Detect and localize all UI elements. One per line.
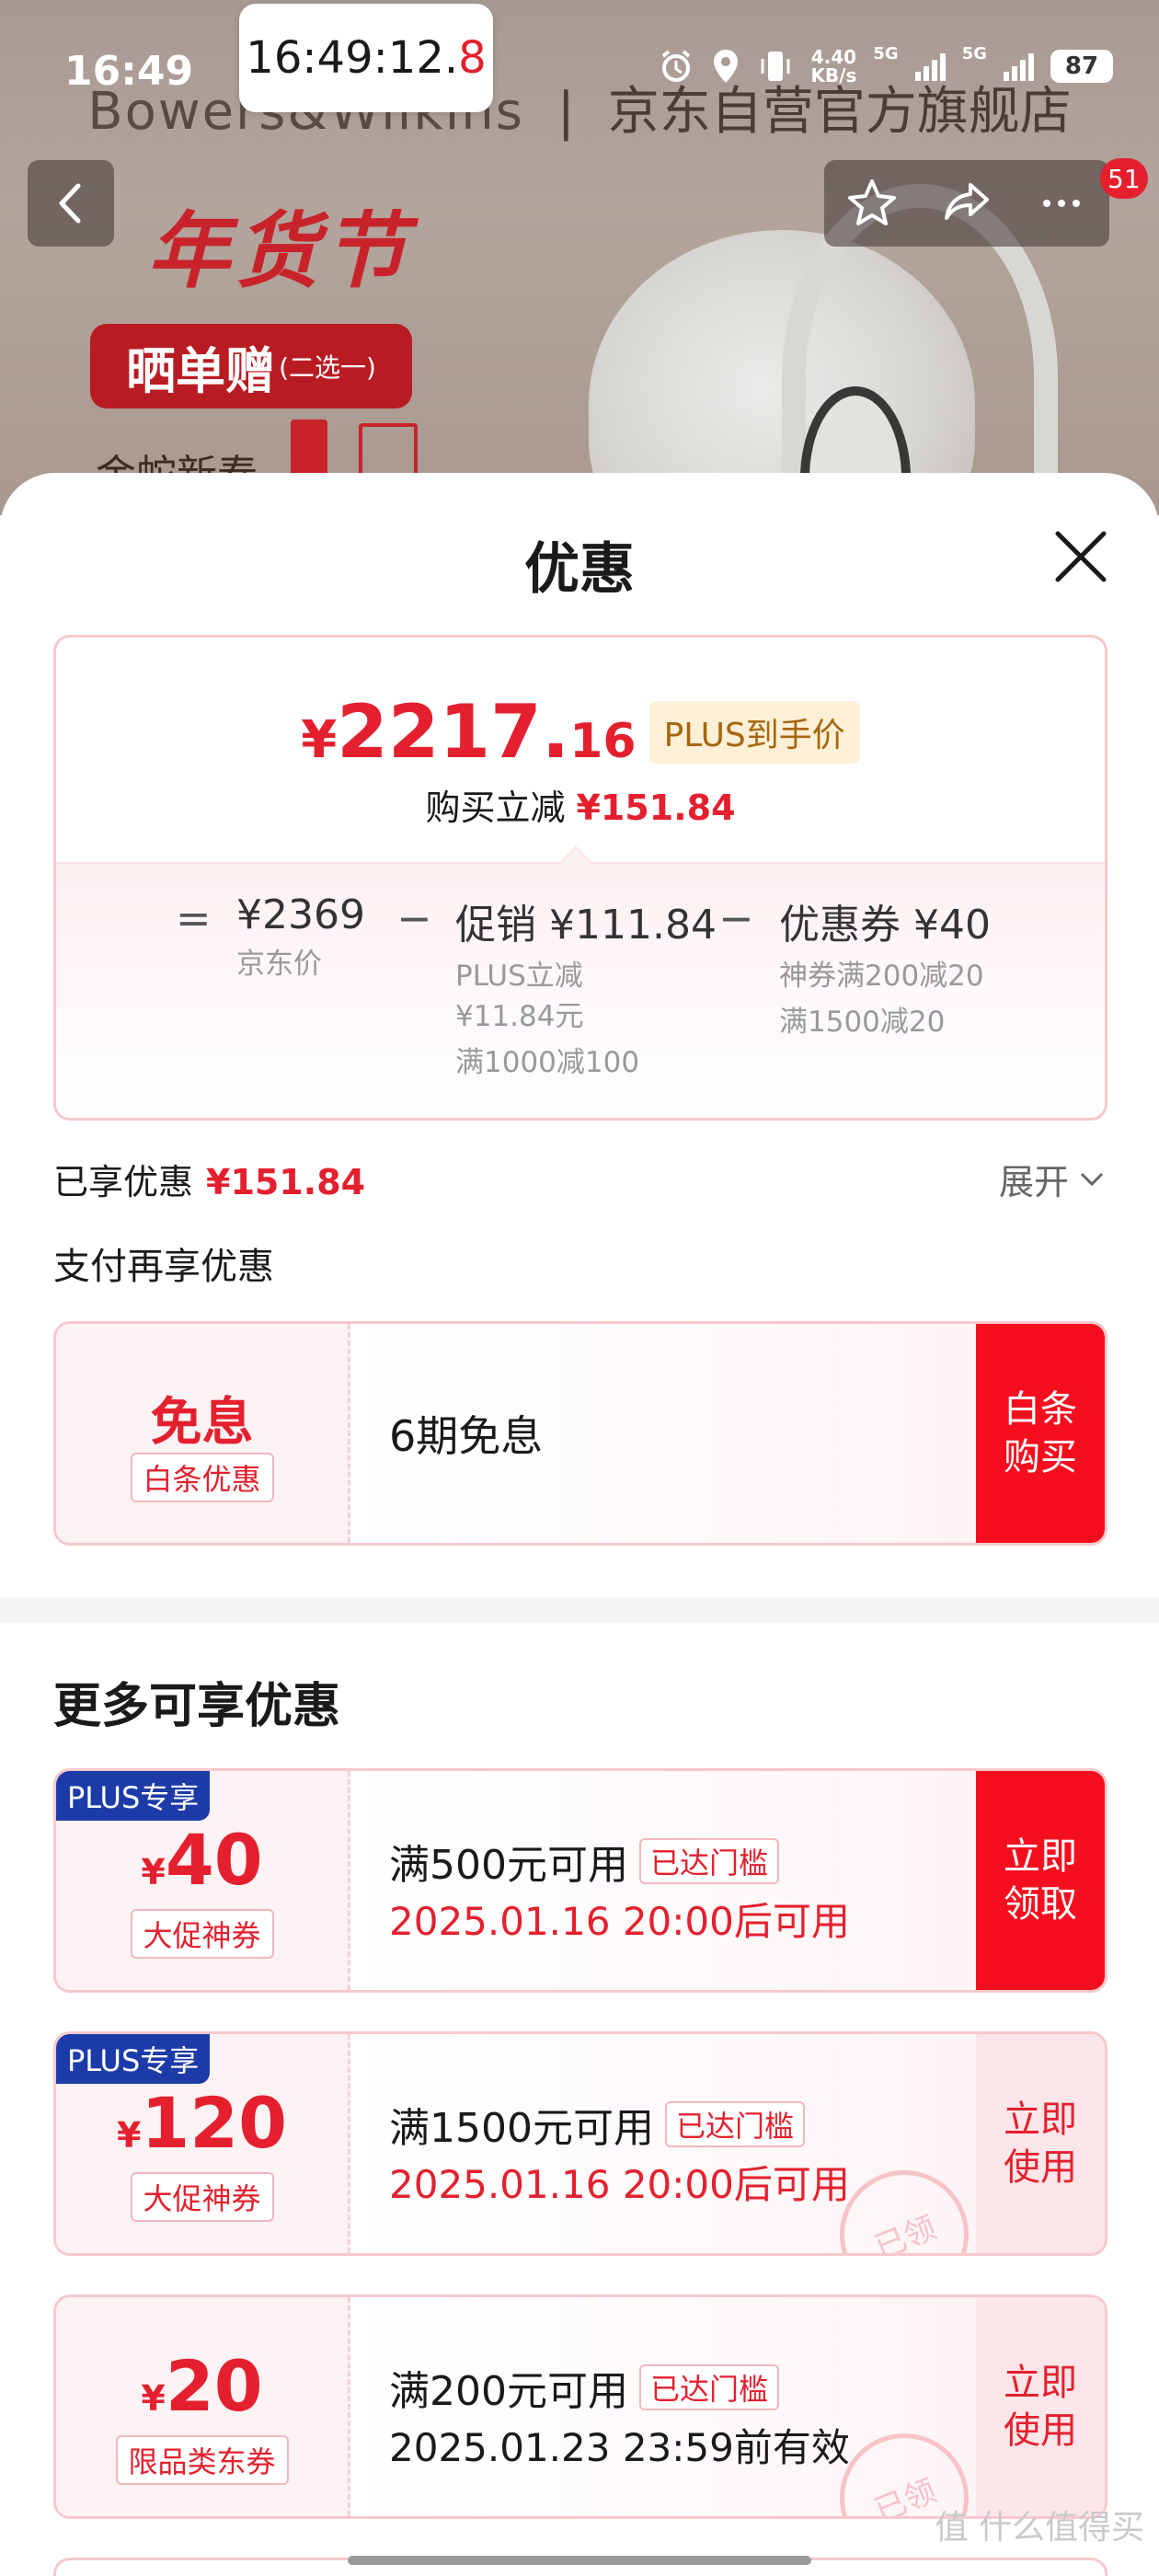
plus-exclusive-badge: PLUS专享 xyxy=(56,1771,211,1821)
network-speed: 4.40 KB/s xyxy=(810,46,857,86)
chevron-down-icon xyxy=(1080,1172,1104,1186)
coupon-tag: 限品类东券 xyxy=(115,2435,289,2485)
seal-decoration xyxy=(291,420,327,478)
back-button[interactable] xyxy=(28,160,114,247)
signal-icon xyxy=(1004,52,1034,81)
coupon-body: 6期免息 xyxy=(350,1324,976,1543)
coupon-left: ¥20 限品类东券 xyxy=(56,2297,350,2516)
status-time: 16:49 xyxy=(64,48,194,95)
vibrate-icon xyxy=(761,52,790,81)
coupon-body: 满500元可用 已达门槛 2025.01.16 20:00后可用 xyxy=(350,1771,976,1990)
minus-sign: − xyxy=(396,893,432,943)
purchase-reduction: 购买立减 ¥151.84 xyxy=(425,788,736,828)
status-bar: 16:49 16:49:12. 8 4.40 KB/s 5G 5G 87 xyxy=(0,0,1159,129)
coupon-amount: ¥40 xyxy=(141,1819,263,1901)
battery-icon: 87 xyxy=(1050,50,1113,83)
jd-price: ¥2369 京东价 xyxy=(236,891,365,981)
expand-button[interactable]: 展开 xyxy=(999,1154,1106,1204)
signal-icon xyxy=(914,52,946,81)
network-type: 5G xyxy=(961,44,987,63)
minus-sign: − xyxy=(718,893,754,943)
price-breakdown: = ¥2369 京东价 − 促销 ¥111.84 PLUS立减 ¥11.84元 … xyxy=(56,862,1105,1118)
use-coupon-button[interactable]: 立即 使用 xyxy=(976,2297,1105,2516)
plus-exclusive-badge: PLUS专享 xyxy=(56,2034,211,2084)
claim-coupon-button[interactable]: 立即 领取 xyxy=(976,1771,1105,1990)
coupon-threshold: 满500元可用 已达门槛 xyxy=(389,1832,779,1891)
network-type: 5G xyxy=(873,44,899,63)
coupon-tag: 大促神券 xyxy=(130,1909,274,1959)
coupon-body: 满200元可用 已达门槛 2025.01.23 23:59前有效 已领 xyxy=(350,2297,989,2516)
coupon-left: 免息 白条优惠 xyxy=(56,1324,350,1543)
equals-sign: = xyxy=(176,893,212,943)
final-price: ¥2217.16 xyxy=(301,689,637,775)
message-count-badge: 51 xyxy=(1100,158,1148,199)
home-indicator[interactable] xyxy=(348,2556,811,2565)
section-divider xyxy=(0,1597,1159,1623)
coupon-left: PLUS专享 ¥40 大促神券 xyxy=(56,1771,350,1990)
coupon-body: 满1500元可用 已达门槛 2025.01.16 20:00后可用 已领 xyxy=(350,2034,989,2253)
interest-free-title: 免息 xyxy=(150,1393,254,1453)
baitiao-card: 免息 白条优惠 6期免息 白条 购买 xyxy=(53,1321,1107,1546)
coupon-card: ¥20 限品类东券 满200元可用 已达门槛 2025.01.23 23:59前有… xyxy=(53,2294,1107,2519)
banner-tag: 晒单赠 (二选一) xyxy=(90,324,412,408)
pay-discount-title: 支付再享优惠 xyxy=(53,1246,274,1288)
banner-title: 年货节 xyxy=(147,202,412,300)
coupon-threshold: 满1500元可用 已达门槛 xyxy=(389,2095,805,2154)
coupon-threshold: 满200元可用 已达门槛 xyxy=(389,2358,779,2417)
chevron-left-icon xyxy=(59,183,81,224)
status-icons: 4.40 KB/s 5G 5G 87 xyxy=(658,44,1113,86)
threshold-reached-badge: 已达门槛 xyxy=(664,2101,805,2147)
location-icon xyxy=(714,50,739,83)
threshold-reached-badge: 已达门槛 xyxy=(638,2364,779,2410)
enjoyed-discount: 已享优惠 ¥151.84 xyxy=(53,1162,366,1202)
coupon-card: PLUS专享 ¥40 大促神券 满500元可用 已达门槛 2025.01.16 2… xyxy=(53,1768,1107,1993)
alarm-icon xyxy=(662,50,691,82)
more-icon[interactable] xyxy=(1034,176,1089,231)
star-icon[interactable] xyxy=(844,176,900,231)
promotion-discount: 促销 ¥111.84 PLUS立减 ¥11.84元 满1000减100 xyxy=(455,902,717,1079)
coupon-amount: ¥120 xyxy=(116,2082,288,2164)
watermark: 值 什么值得买 xyxy=(935,2509,1144,2547)
nav-actions xyxy=(824,160,1109,247)
share-icon[interactable] xyxy=(939,176,994,231)
coupon-validity: 2025.01.16 20:00后可用 xyxy=(389,1899,850,1944)
more-discounts-title: 更多可享优惠 xyxy=(53,1679,341,1734)
baitiao-buy-button[interactable]: 白条 购买 xyxy=(976,1324,1105,1543)
coupon-discount: 优惠券 ¥40 神券满200减20 满1500减20 xyxy=(779,902,991,1039)
floating-clock: 16:49:12. 8 xyxy=(239,4,493,112)
coupon-validity: 2025.01.23 23:59前有效 xyxy=(389,2425,850,2470)
threshold-reached-badge: 已达门槛 xyxy=(638,1838,779,1884)
coupon-card: PLUS专享 ¥120 大促神券 满1500元可用 已达门槛 2025.01.16… xyxy=(53,2031,1107,2256)
discount-sheet: 优惠 ¥2217.16 PLUS到手价 购买立减 ¥151.84 = ¥2369 … xyxy=(0,473,1159,2576)
sheet-title: 优惠 xyxy=(524,537,635,602)
coupon-tag: 大促神券 xyxy=(130,2172,274,2222)
price-card: ¥2217.16 PLUS到手价 购买立减 ¥151.84 = ¥2369 京东价… xyxy=(53,635,1107,1121)
use-coupon-button[interactable]: 立即 使用 xyxy=(976,2034,1105,2253)
coupon-validity: 2025.01.16 20:00后可用 xyxy=(389,2162,850,2207)
installment-name: 6期免息 xyxy=(389,1411,544,1461)
coupon-left: PLUS专享 ¥120 大促神券 xyxy=(56,2034,350,2253)
coupon-amount: ¥20 xyxy=(141,2345,263,2427)
close-icon[interactable] xyxy=(1049,524,1113,589)
plus-price-tag: PLUS到手价 xyxy=(648,701,860,764)
price-summary: ¥2217.16 PLUS到手价 购买立减 ¥151.84 xyxy=(56,638,1105,862)
coupon-tag: 白条优惠 xyxy=(130,1453,274,1502)
